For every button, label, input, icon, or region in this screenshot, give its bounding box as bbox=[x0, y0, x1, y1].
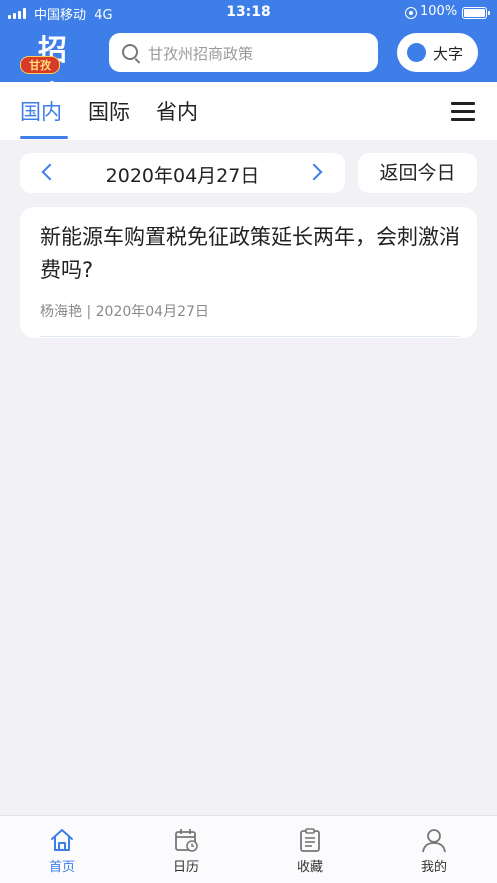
tab-provincial[interactable]: 省内 bbox=[156, 96, 198, 126]
card-divider bbox=[40, 336, 460, 337]
nav-home[interactable]: 首页 bbox=[0, 816, 124, 883]
app-header: 中国移动 4G 13:18 100% 招商 甘孜 甘孜州招商政策 大字 bbox=[0, 0, 497, 113]
nav-calendar[interactable]: 日历 bbox=[124, 816, 248, 883]
article-date: 2020年04月27日 bbox=[95, 304, 209, 320]
nav-profile-label: 我的 bbox=[420, 860, 447, 875]
search-icon bbox=[122, 44, 138, 60]
logo-badge: 甘孜 bbox=[20, 56, 60, 74]
current-date[interactable]: 2020年04月27日 bbox=[20, 161, 345, 188]
large-font-label: 大字 bbox=[433, 45, 464, 63]
article-card[interactable]: 新能源车购置税免征政策延长两年，会刺激消费吗? 杨海艳 | 2020年04月27… bbox=[20, 207, 477, 338]
bottom-navigation: 首页 日历 收藏 我的 bbox=[0, 815, 497, 883]
battery-icon bbox=[462, 7, 490, 19]
toggle-knob bbox=[407, 43, 426, 62]
tab-international[interactable]: 国际 bbox=[88, 96, 130, 126]
category-tabs: 国内 国际 省内 bbox=[0, 82, 497, 140]
clipboard-icon bbox=[300, 828, 320, 852]
nav-calendar-label: 日历 bbox=[172, 860, 199, 875]
meta-separator: | bbox=[86, 304, 92, 320]
menu-icon[interactable] bbox=[451, 102, 475, 121]
home-icon bbox=[51, 829, 73, 851]
article-meta: 杨海艳 | 2020年04月27日 bbox=[40, 301, 209, 321]
orientation-lock-icon bbox=[405, 7, 417, 19]
user-icon bbox=[422, 829, 446, 853]
article-author: 杨海艳 bbox=[40, 304, 82, 320]
calendar-icon bbox=[175, 829, 198, 852]
app-logo: 招商 甘孜 bbox=[20, 27, 92, 113]
article-title[interactable]: 新能源车购置税免征政策延长两年，会刺激消费吗? bbox=[40, 221, 460, 287]
status-bar: 中国移动 4G 13:18 100% bbox=[0, 0, 497, 26]
active-tab-indicator bbox=[20, 136, 68, 139]
nav-favorites-label: 收藏 bbox=[296, 860, 323, 875]
nav-home-label: 首页 bbox=[48, 860, 75, 875]
search-input[interactable]: 甘孜州招商政策 bbox=[109, 33, 378, 72]
battery-percentage: 100% bbox=[420, 4, 458, 19]
nav-profile[interactable]: 我的 bbox=[372, 816, 496, 883]
date-navigator: 2020年04月27日 bbox=[20, 153, 345, 193]
search-placeholder: 甘孜州招商政策 bbox=[148, 45, 254, 63]
tab-domestic[interactable]: 国内 bbox=[20, 96, 62, 126]
nav-favorites[interactable]: 收藏 bbox=[248, 816, 372, 883]
back-to-today-button[interactable]: 返回今日 bbox=[358, 153, 477, 193]
large-font-toggle[interactable]: 大字 bbox=[397, 33, 478, 72]
